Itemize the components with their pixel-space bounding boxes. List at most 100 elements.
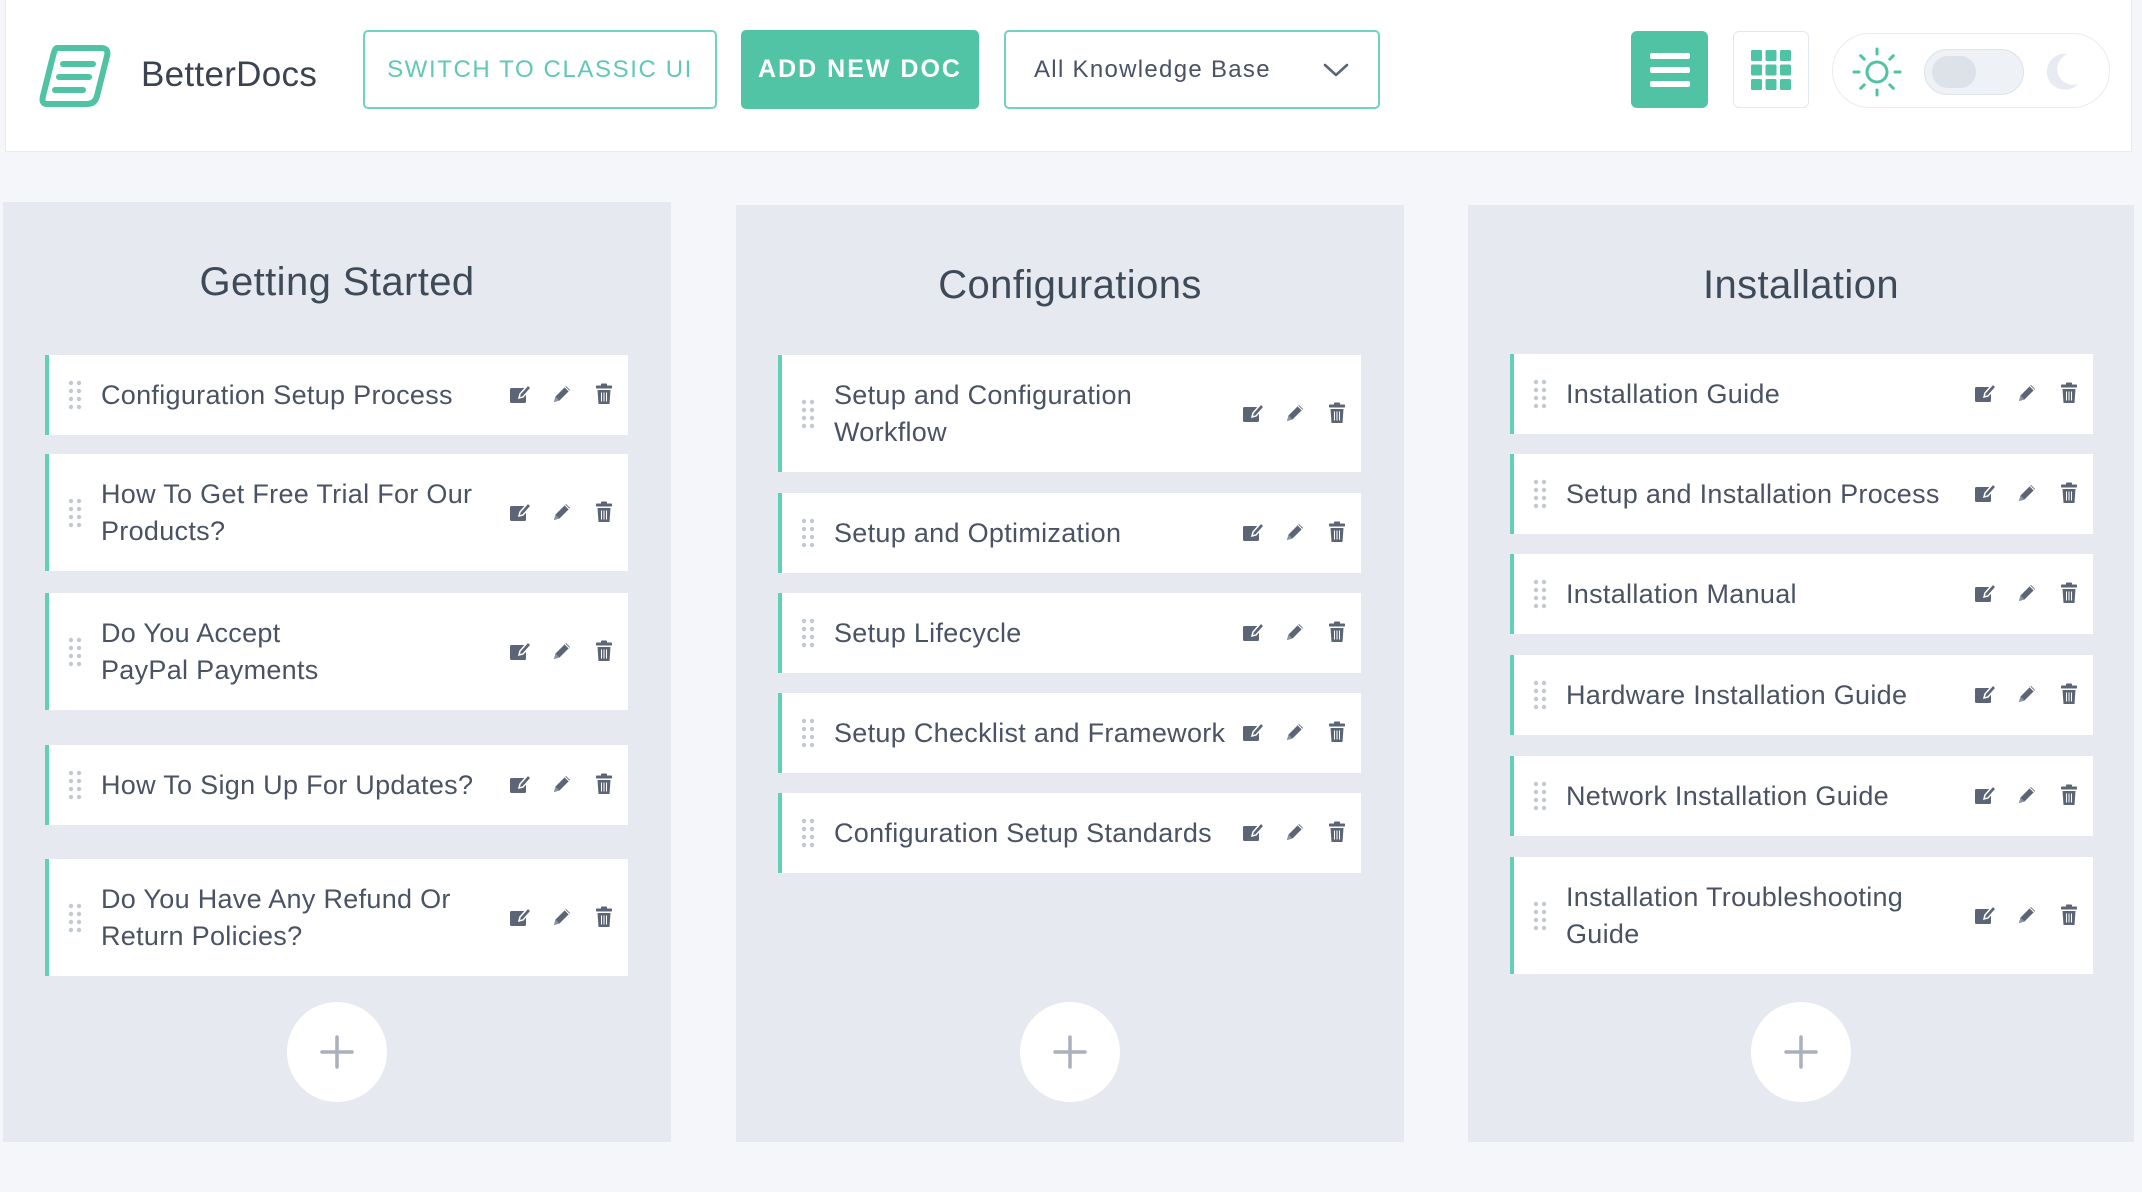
- quick-edit-icon[interactable]: [508, 771, 532, 797]
- drag-handle-icon[interactable]: [67, 769, 83, 801]
- doc-card[interactable]: Installation Manual: [1510, 554, 2093, 634]
- doc-title[interactable]: Installation Manual: [1566, 576, 1963, 613]
- doc-card[interactable]: Setup and Installation Process: [1510, 454, 2093, 534]
- quick-edit-icon[interactable]: [1241, 400, 1265, 426]
- doc-card[interactable]: Do You Have Any Refund Or Return Policie…: [45, 859, 628, 976]
- add-doc-button[interactable]: [1751, 1002, 1851, 1102]
- add-new-doc-button[interactable]: ADD NEW DOC: [741, 30, 979, 109]
- trash-icon[interactable]: [592, 499, 616, 525]
- drag-handle-icon[interactable]: [800, 817, 816, 849]
- drag-handle-icon[interactable]: [1532, 780, 1548, 812]
- pencil-icon[interactable]: [1283, 719, 1307, 745]
- trash-icon[interactable]: [1325, 819, 1349, 845]
- doc-card[interactable]: Configuration Setup Process: [45, 355, 628, 435]
- drag-handle-icon[interactable]: [800, 517, 816, 549]
- drag-handle-icon[interactable]: [1532, 578, 1548, 610]
- theme-toggle-switch[interactable]: [1924, 49, 2024, 95]
- pencil-icon[interactable]: [550, 904, 574, 930]
- sun-icon[interactable]: [1851, 46, 1903, 98]
- drag-handle-icon[interactable]: [67, 379, 83, 411]
- trash-icon[interactable]: [2057, 380, 2081, 406]
- grid-view-button[interactable]: [1733, 31, 1809, 108]
- doc-card[interactable]: Installation Guide: [1510, 354, 2093, 434]
- trash-icon[interactable]: [1325, 400, 1349, 426]
- pencil-icon[interactable]: [2015, 902, 2039, 928]
- trash-icon[interactable]: [592, 904, 616, 930]
- trash-icon[interactable]: [2057, 480, 2081, 506]
- quick-edit-icon[interactable]: [1241, 519, 1265, 545]
- doc-title[interactable]: Setup and Installation Process: [1566, 476, 1963, 513]
- drag-handle-icon[interactable]: [800, 398, 816, 430]
- doc-card[interactable]: How To Get Free Trial For Our Products?: [45, 454, 628, 571]
- trash-icon[interactable]: [2057, 681, 2081, 707]
- doc-title[interactable]: Configuration Setup Standards: [834, 815, 1231, 852]
- pencil-icon[interactable]: [2015, 580, 2039, 606]
- trash-icon[interactable]: [1325, 719, 1349, 745]
- add-doc-button[interactable]: [287, 1002, 387, 1102]
- pencil-icon[interactable]: [1283, 519, 1307, 545]
- quick-edit-icon[interactable]: [1241, 819, 1265, 845]
- quick-edit-icon[interactable]: [1973, 380, 1997, 406]
- doc-title[interactable]: Setup and Configuration Workflow: [834, 377, 1161, 451]
- pencil-icon[interactable]: [2015, 480, 2039, 506]
- pencil-icon[interactable]: [2015, 782, 2039, 808]
- drag-handle-icon[interactable]: [67, 902, 83, 934]
- trash-icon[interactable]: [1325, 519, 1349, 545]
- doc-title[interactable]: How To Sign Up For Updates?: [101, 767, 498, 804]
- doc-title[interactable]: Do You Accept PayPal Payments: [101, 615, 368, 689]
- pencil-icon[interactable]: [2015, 681, 2039, 707]
- doc-card[interactable]: Setup and Configuration Workflow: [778, 355, 1361, 472]
- drag-handle-icon[interactable]: [800, 717, 816, 749]
- doc-card[interactable]: How To Sign Up For Updates?: [45, 745, 628, 825]
- doc-card[interactable]: Configuration Setup Standards: [778, 793, 1361, 873]
- doc-title[interactable]: Network Installation Guide: [1566, 778, 1963, 815]
- doc-card[interactable]: Hardware Installation Guide: [1510, 655, 2093, 735]
- doc-title[interactable]: Installation Guide: [1566, 376, 1963, 413]
- pencil-icon[interactable]: [2015, 380, 2039, 406]
- doc-card[interactable]: Setup and Optimization: [778, 493, 1361, 573]
- quick-edit-icon[interactable]: [508, 499, 532, 525]
- quick-edit-icon[interactable]: [508, 638, 532, 664]
- trash-icon[interactable]: [2057, 782, 2081, 808]
- doc-title[interactable]: Installation Troubleshooting Guide: [1566, 879, 1923, 953]
- quick-edit-icon[interactable]: [508, 904, 532, 930]
- pencil-icon[interactable]: [550, 381, 574, 407]
- switch-to-classic-ui-button[interactable]: SWITCH TO CLASSIC UI: [363, 30, 717, 109]
- add-doc-button[interactable]: [1020, 1002, 1120, 1102]
- doc-title[interactable]: How To Get Free Trial For Our Products?: [101, 476, 498, 550]
- drag-handle-icon[interactable]: [1532, 900, 1548, 932]
- drag-handle-icon[interactable]: [67, 497, 83, 529]
- doc-title[interactable]: Setup Checklist and Framework: [834, 715, 1241, 752]
- quick-edit-icon[interactable]: [1973, 902, 1997, 928]
- drag-handle-icon[interactable]: [1532, 378, 1548, 410]
- pencil-icon[interactable]: [550, 638, 574, 664]
- quick-edit-icon[interactable]: [508, 381, 532, 407]
- drag-handle-icon[interactable]: [1532, 478, 1548, 510]
- drag-handle-icon[interactable]: [800, 617, 816, 649]
- doc-title[interactable]: Setup Lifecycle: [834, 615, 1231, 652]
- drag-handle-icon[interactable]: [1532, 679, 1548, 711]
- doc-card[interactable]: Installation Troubleshooting Guide: [1510, 857, 2093, 974]
- quick-edit-icon[interactable]: [1973, 681, 1997, 707]
- quick-edit-icon[interactable]: [1973, 580, 1997, 606]
- quick-edit-icon[interactable]: [1973, 782, 1997, 808]
- doc-card[interactable]: Setup Lifecycle: [778, 593, 1361, 673]
- pencil-icon[interactable]: [550, 771, 574, 797]
- list-view-button[interactable]: [1631, 31, 1708, 108]
- pencil-icon[interactable]: [550, 499, 574, 525]
- doc-card[interactable]: Do You Accept PayPal Payments: [45, 593, 628, 710]
- doc-card[interactable]: Setup Checklist and Framework: [778, 693, 1361, 773]
- moon-icon[interactable]: [2038, 48, 2084, 94]
- pencil-icon[interactable]: [1283, 819, 1307, 845]
- quick-edit-icon[interactable]: [1973, 480, 1997, 506]
- quick-edit-icon[interactable]: [1241, 619, 1265, 645]
- doc-title[interactable]: Hardware Installation Guide: [1566, 677, 1963, 714]
- pencil-icon[interactable]: [1283, 619, 1307, 645]
- doc-title[interactable]: Configuration Setup Process: [101, 377, 498, 414]
- doc-card[interactable]: Network Installation Guide: [1510, 756, 2093, 836]
- knowledge-base-select[interactable]: All Knowledge Base: [1004, 30, 1380, 109]
- trash-icon[interactable]: [592, 771, 616, 797]
- drag-handle-icon[interactable]: [67, 636, 83, 668]
- trash-icon[interactable]: [2057, 580, 2081, 606]
- trash-icon[interactable]: [592, 638, 616, 664]
